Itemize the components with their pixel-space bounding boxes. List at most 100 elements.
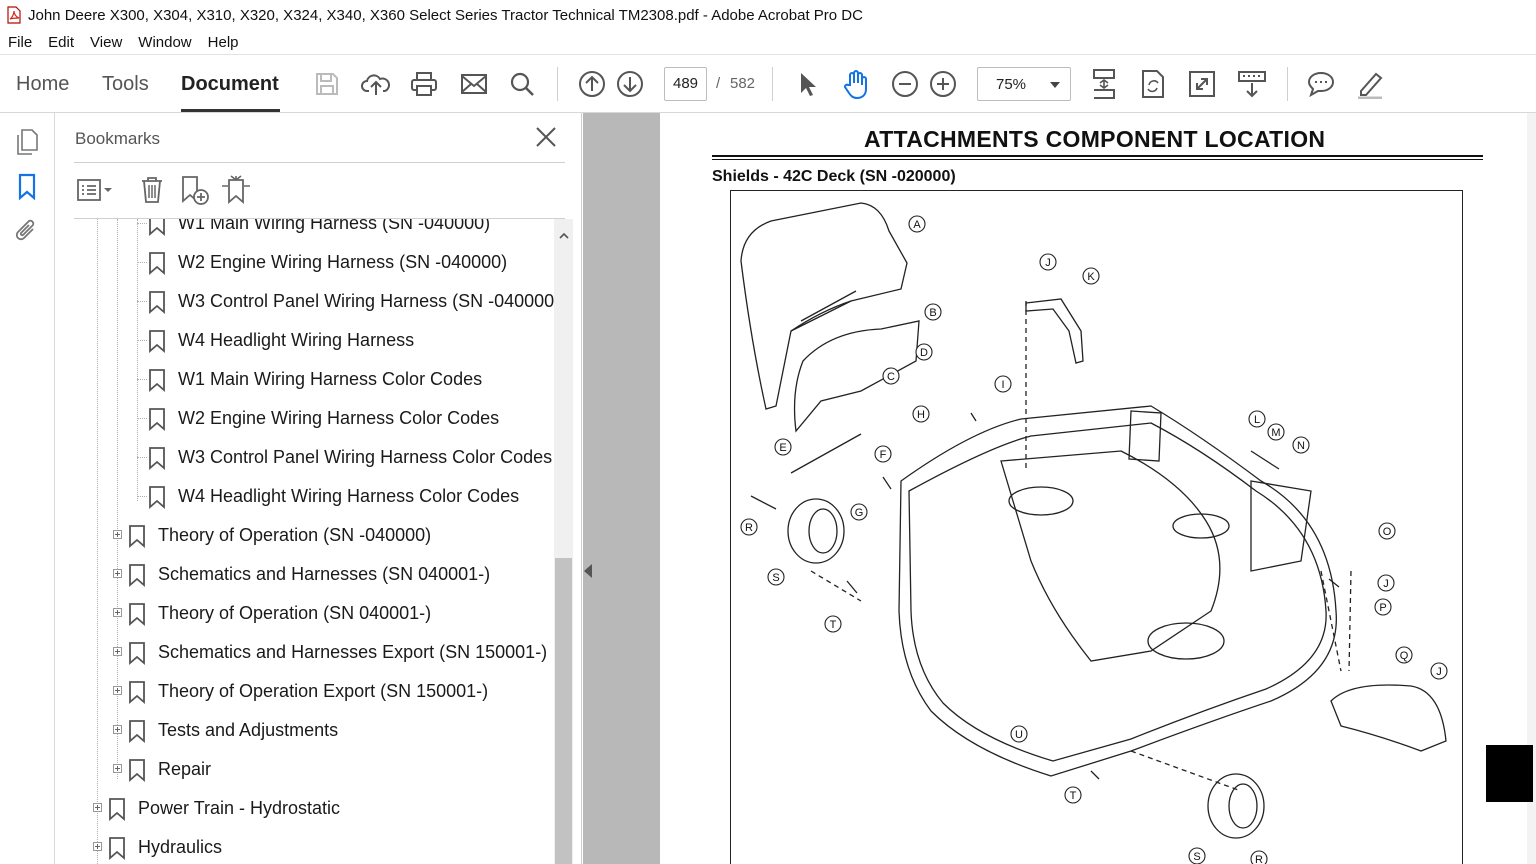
callout-label: S: [767, 568, 785, 586]
bookmark-item[interactable]: W4 Headlight Wiring Harness Color Codes: [148, 477, 519, 516]
bookmark-label: W4 Headlight Wiring Harness: [178, 330, 415, 350]
search-icon[interactable]: [506, 68, 538, 100]
bookmark-options-icon[interactable]: [76, 171, 114, 209]
close-icon[interactable]: [532, 123, 560, 151]
bookmark-icon: [109, 836, 125, 860]
zoom-out-icon[interactable]: [889, 68, 921, 100]
bookmarks-panel-icon[interactable]: [12, 172, 42, 202]
tab-home[interactable]: Home: [16, 73, 69, 96]
scroll-up-icon[interactable]: [558, 229, 570, 241]
expand-toggle-icon[interactable]: [113, 686, 122, 695]
menu-edit[interactable]: Edit: [40, 34, 82, 51]
callout-label: N: [1292, 436, 1310, 454]
bookmark-icon: [129, 563, 145, 587]
bookmark-icon: [149, 219, 165, 236]
active-tab-indicator: [181, 109, 280, 112]
bookmarks-panel: Bookmarks W1 Main Wiring Harness (SN -04…: [56, 113, 582, 864]
bookmark-item[interactable]: Schematics and Harnesses Export (SN 1500…: [128, 633, 547, 672]
panel-collapse-strip[interactable]: [583, 113, 660, 864]
expand-toggle-icon[interactable]: [113, 608, 122, 617]
bookmark-label: Tests and Adjustments: [158, 720, 339, 740]
svg-text:Q: Q: [1400, 650, 1409, 662]
svg-text:G: G: [855, 507, 864, 519]
scrollbar-thumb[interactable]: [555, 558, 572, 864]
new-bookmark-icon[interactable]: [175, 171, 213, 209]
menu-help[interactable]: Help: [200, 34, 247, 51]
menu-file[interactable]: File: [0, 34, 40, 51]
bookmark-item[interactable]: Power Train - Hydrostatic: [108, 789, 340, 828]
rotate-view-icon[interactable]: [1137, 68, 1169, 100]
expand-bookmark-icon[interactable]: [217, 171, 255, 209]
bookmark-item[interactable]: W3 Control Panel Wiring Harness Color Co…: [148, 438, 552, 477]
attachments-icon[interactable]: [12, 216, 42, 246]
bookmark-item[interactable]: Hydraulics: [108, 828, 222, 864]
tree-line: [137, 262, 147, 263]
select-cursor-icon[interactable]: [791, 68, 823, 100]
bookmark-label: Schematics and Harnesses Export (SN 1500…: [158, 642, 548, 662]
print-icon[interactable]: [408, 68, 440, 100]
expand-toggle-icon[interactable]: [113, 530, 122, 539]
bookmark-item[interactable]: W1 Main Wiring Harness Color Codes: [148, 360, 482, 399]
email-icon[interactable]: [458, 68, 490, 100]
bookmark-item[interactable]: Schematics and Harnesses (SN 040001-): [128, 555, 490, 594]
page-thumbnails-icon[interactable]: [12, 127, 42, 157]
bookmark-icon: [129, 719, 145, 743]
bookmark-item[interactable]: Theory of Operation (SN 040001-): [128, 594, 431, 633]
figure-caption: Shields - 42C Deck (SN -020000): [712, 168, 956, 185]
bookmark-item[interactable]: W2 Engine Wiring Harness Color Codes: [148, 399, 499, 438]
bookmark-item[interactable]: W4 Headlight Wiring Harness: [148, 321, 414, 360]
bookmark-label: W4 Headlight Wiring Harness Color Codes: [178, 486, 520, 506]
svg-text:D: D: [920, 347, 928, 359]
bookmark-item[interactable]: Theory of Operation (SN -040000): [128, 516, 431, 555]
expand-toggle-icon[interactable]: [93, 842, 102, 851]
expand-toggle-icon[interactable]: [113, 764, 122, 773]
callout-label: E: [774, 438, 792, 456]
expand-toggle-icon[interactable]: [113, 647, 122, 656]
bookmark-item[interactable]: Repair: [128, 750, 211, 789]
callout-label: T: [1064, 786, 1082, 804]
bookmark-item[interactable]: W2 Engine Wiring Harness (SN -040000): [148, 243, 507, 282]
expand-toggle-icon[interactable]: [113, 569, 122, 578]
menu-view[interactable]: View: [82, 34, 130, 51]
collapse-panel-icon[interactable]: [584, 564, 592, 578]
bookmark-item[interactable]: W3 Control Panel Wiring Harness (SN -040…: [148, 282, 554, 321]
scrolling-mode-icon[interactable]: [1088, 68, 1120, 100]
bookmark-icon: [149, 290, 165, 314]
svg-text:P: P: [1379, 602, 1386, 614]
bookmark-icon: [149, 407, 165, 431]
pen-sign-icon[interactable]: [1354, 68, 1386, 100]
callout-label: G: [850, 503, 868, 521]
comment-icon[interactable]: [1305, 68, 1337, 100]
svg-text:T: T: [1070, 790, 1077, 802]
heading-rule: [712, 159, 1483, 160]
expand-toggle-icon[interactable]: [113, 725, 122, 734]
full-screen-icon[interactable]: [1186, 68, 1218, 100]
menu-window[interactable]: Window: [130, 34, 199, 51]
bookmark-item[interactable]: Tests and Adjustments: [128, 711, 338, 750]
zoom-level-dropdown[interactable]: 75%: [977, 67, 1071, 101]
bookmark-item[interactable]: Theory of Operation Export (SN 150001-): [128, 672, 488, 711]
next-page-icon[interactable]: [614, 68, 646, 100]
svg-text:S: S: [772, 572, 779, 584]
tab-tools[interactable]: Tools: [102, 73, 149, 96]
delete-bookmark-icon[interactable]: [133, 171, 171, 209]
bookmark-label: W1 Main Wiring Harness Color Codes: [178, 369, 483, 389]
bookmark-item[interactable]: W1 Main Wiring Harness (SN -040000): [148, 219, 490, 243]
zoom-in-icon[interactable]: [927, 68, 959, 100]
page-heading: ATTACHMENTS COMPONENT LOCATION: [864, 126, 1326, 152]
tree-line: [137, 457, 147, 458]
cloud-upload-icon[interactable]: [360, 68, 392, 100]
save-icon[interactable]: [311, 68, 343, 100]
svg-text:K: K: [1087, 271, 1095, 283]
hand-tool-icon[interactable]: [840, 68, 872, 100]
callout-label: R: [1250, 850, 1268, 864]
tab-document[interactable]: Document: [181, 73, 279, 96]
page-total: 582: [730, 75, 756, 92]
previous-page-icon[interactable]: [576, 68, 608, 100]
callout-label: T: [824, 615, 842, 633]
expand-toggle-icon[interactable]: [93, 803, 102, 812]
read-mode-icon[interactable]: [1236, 68, 1268, 100]
bookmark-label: W3 Control Panel Wiring Harness (SN -040…: [178, 291, 554, 311]
page-number-input[interactable]: 489: [664, 67, 707, 101]
svg-text:R: R: [1255, 854, 1263, 864]
